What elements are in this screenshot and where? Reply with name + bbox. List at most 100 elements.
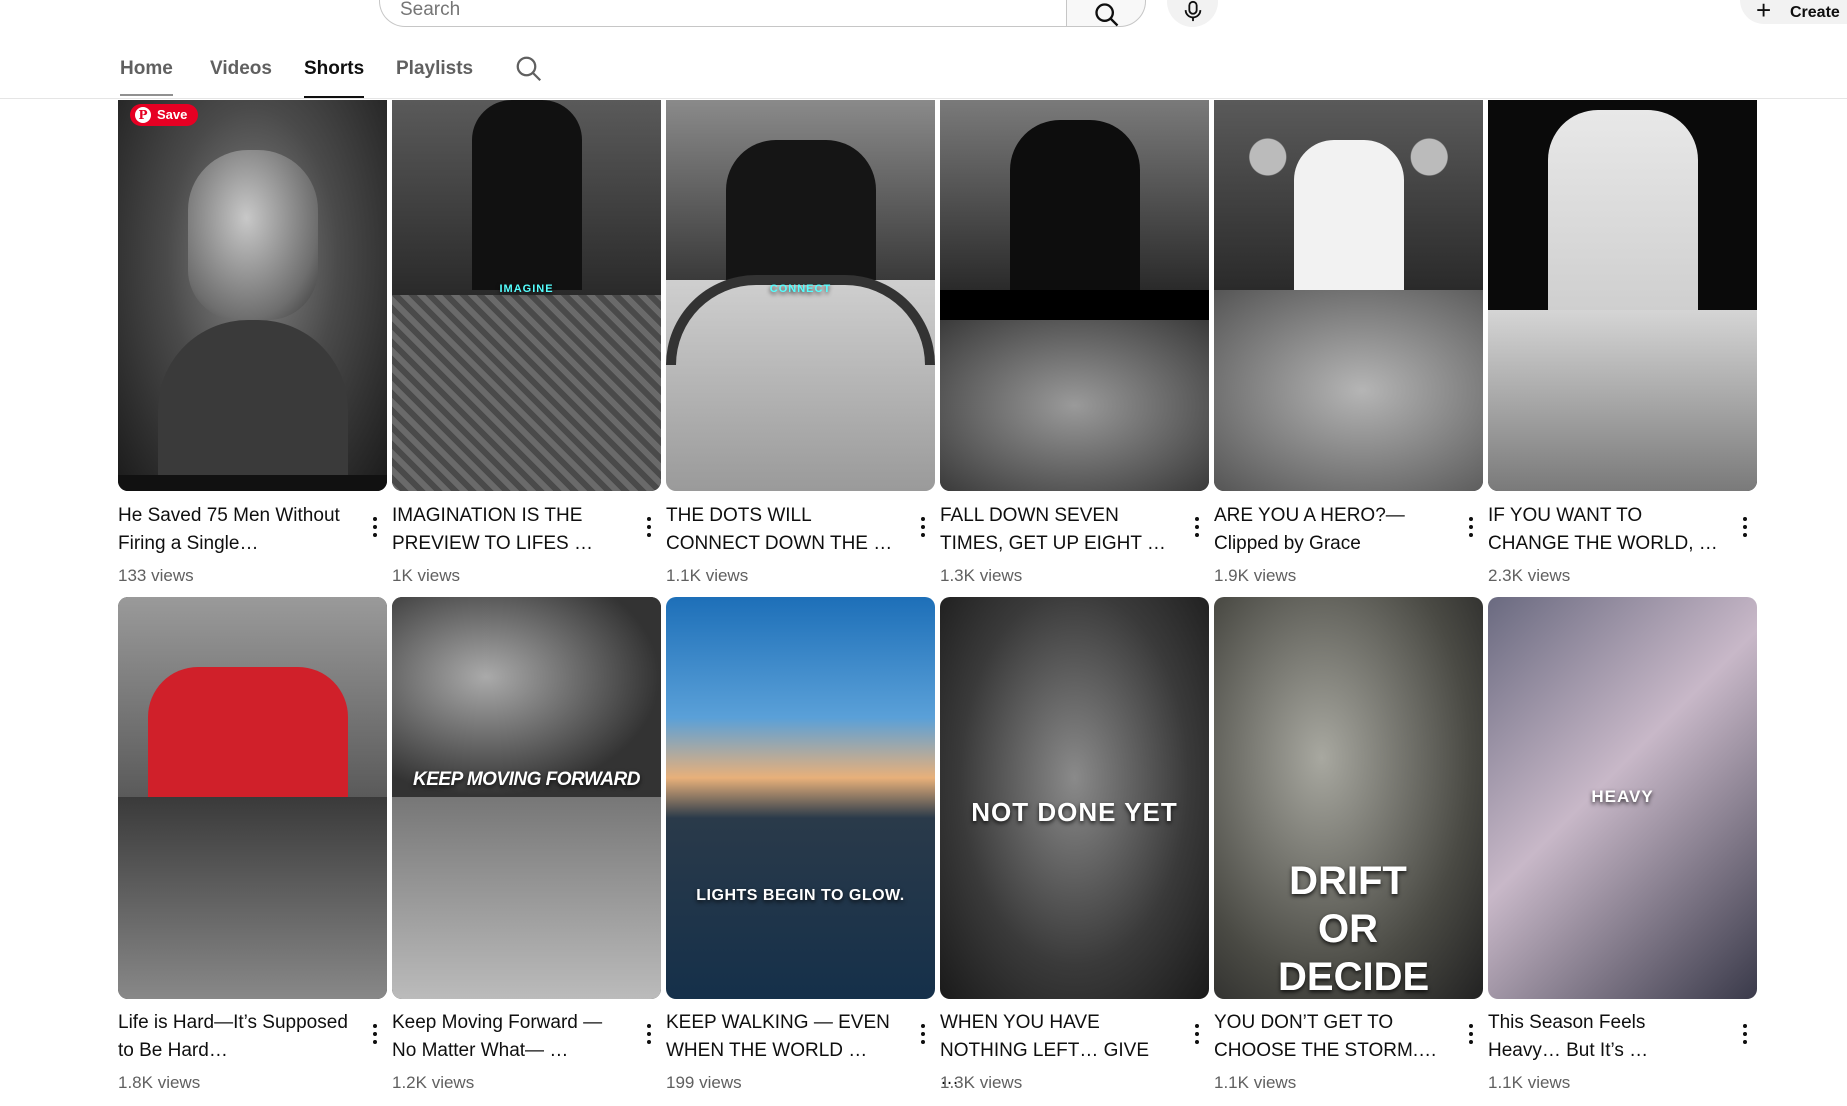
more-vert-icon[interactable] bbox=[1459, 512, 1483, 542]
thumb-top-scene bbox=[392, 597, 661, 797]
tab-playlists-label: Playlists bbox=[396, 58, 474, 79]
tab-home[interactable]: Home bbox=[120, 58, 173, 98]
microphone-icon bbox=[1184, 0, 1202, 22]
short-title[interactable]: He Saved 75 Men Without Firing a Single… bbox=[118, 502, 350, 558]
short-thumbnail[interactable]: HEAVY bbox=[1488, 597, 1757, 999]
more-dot bbox=[373, 1024, 377, 1028]
tab-home-underline bbox=[120, 94, 173, 96]
plus-icon: + bbox=[1756, 0, 1772, 25]
short-thumbnail[interactable] bbox=[940, 100, 1209, 491]
more-vert-icon[interactable] bbox=[1185, 512, 1209, 542]
more-dot bbox=[1743, 1032, 1747, 1036]
more-dot bbox=[1469, 525, 1473, 529]
more-dot bbox=[921, 525, 925, 529]
short-views: 1.8K views bbox=[118, 1073, 201, 1092]
more-dot bbox=[373, 517, 377, 521]
more-dot bbox=[647, 1024, 651, 1028]
more-dot bbox=[1469, 1024, 1473, 1028]
short-thumbnail[interactable]: CONNECT bbox=[666, 100, 935, 491]
more-dot bbox=[1195, 1024, 1199, 1028]
thumb-bottom-scene bbox=[392, 797, 661, 999]
create-button[interactable]: + Create bbox=[1740, 0, 1847, 24]
more-dot bbox=[1743, 533, 1747, 537]
tab-shorts[interactable]: Shorts bbox=[304, 58, 365, 99]
more-vert-icon[interactable] bbox=[1459, 1019, 1483, 1049]
more-dot bbox=[1743, 517, 1747, 521]
search-icon bbox=[516, 56, 542, 82]
more-vert-icon[interactable] bbox=[637, 1019, 661, 1049]
short-title[interactable]: Life is Hard—It’s Supposed to Be Hard… bbox=[118, 1009, 350, 1065]
thumb-overlay-text: NOT DONE YET bbox=[971, 797, 1178, 827]
tabs-divider bbox=[0, 98, 1847, 99]
more-vert-icon[interactable] bbox=[637, 512, 661, 542]
short-title[interactable]: KEEP WALKING — EVEN WHEN THE WORLD … bbox=[666, 1009, 898, 1065]
short-views: 1.3K views bbox=[940, 1073, 1023, 1092]
short-title[interactable]: YOU DON’T GET TO CHOOSE THE STORM.… bbox=[1214, 1009, 1446, 1065]
pinterest-save-button[interactable]: P Save bbox=[130, 104, 198, 126]
short-thumbnail[interactable]: KEEP MOVING FORWARD bbox=[392, 597, 661, 999]
gown-shape bbox=[726, 140, 876, 290]
short-views: 133 views bbox=[118, 566, 194, 585]
more-dot bbox=[647, 1040, 651, 1044]
thumb-bottom-scene bbox=[940, 320, 1209, 491]
search-input[interactable] bbox=[400, 0, 1000, 21]
thumb-overlay-text: DRIFT OR DECIDE bbox=[1278, 859, 1430, 999]
thumb-overlay-text: HEAVY bbox=[1591, 787, 1654, 806]
more-vert-icon[interactable] bbox=[1185, 1019, 1209, 1049]
more-dot bbox=[921, 1040, 925, 1044]
short-views: 1K views bbox=[392, 566, 461, 585]
more-dot bbox=[1743, 1024, 1747, 1028]
short-views: 199 views bbox=[666, 1073, 742, 1092]
short-thumbnail[interactable]: P Save bbox=[118, 100, 387, 491]
short-title[interactable]: Keep Moving Forward — No Matter What— … bbox=[392, 1009, 624, 1065]
short-title[interactable]: ARE YOU A HERO?— Clipped by Grace bbox=[1214, 502, 1446, 558]
voice-search-button[interactable] bbox=[1167, 0, 1218, 27]
short-title[interactable]: IF YOU WANT TO CHANGE THE WORLD, … bbox=[1488, 502, 1720, 558]
more-dot bbox=[921, 1032, 925, 1036]
more-dot bbox=[1743, 1040, 1747, 1044]
search-button[interactable] bbox=[1066, 0, 1146, 27]
more-vert-icon[interactable] bbox=[363, 512, 387, 542]
short-views: 1.9K views bbox=[1214, 566, 1297, 585]
red-jacket-shape bbox=[148, 667, 348, 797]
tab-videos[interactable]: Videos bbox=[210, 58, 272, 98]
thumb-overlay-text: LIGHTS BEGIN TO GLOW. bbox=[696, 887, 905, 904]
short-views: 1.3K views bbox=[940, 566, 1023, 585]
short-views: 1.1K views bbox=[1488, 1073, 1571, 1092]
shoulders-shape bbox=[158, 320, 348, 491]
short-thumbnail[interactable] bbox=[1488, 100, 1757, 491]
thumb-bottom-scene bbox=[1214, 290, 1483, 491]
more-dot bbox=[373, 533, 377, 537]
short-thumbnail[interactable]: NOT DONE YET bbox=[940, 597, 1209, 999]
short-thumbnail[interactable]: IMAGINE bbox=[392, 100, 661, 491]
more-dot bbox=[921, 533, 925, 537]
create-label: Create bbox=[1790, 4, 1840, 21]
more-vert-icon[interactable] bbox=[1733, 512, 1757, 542]
short-title[interactable]: THE DOTS WILL CONNECT DOWN THE … bbox=[666, 502, 898, 558]
channel-search-button[interactable] bbox=[514, 54, 544, 89]
more-dot bbox=[1195, 1032, 1199, 1036]
short-thumbnail[interactable] bbox=[1214, 100, 1483, 491]
short-title[interactable]: This Season Feels Heavy… But It’s … bbox=[1488, 1009, 1720, 1065]
search-box[interactable] bbox=[379, 0, 1066, 27]
tab-shorts-label: Shorts bbox=[304, 58, 365, 79]
thumb-overlay-text: CONNECT bbox=[769, 283, 832, 295]
more-dot bbox=[647, 525, 651, 529]
short-thumbnail[interactable]: LIGHTS BEGIN TO GLOW. bbox=[666, 597, 935, 999]
more-dot bbox=[921, 517, 925, 521]
more-dot bbox=[647, 517, 651, 521]
short-thumbnail[interactable]: DRIFT OR DECIDE bbox=[1214, 597, 1483, 999]
more-dot bbox=[1743, 525, 1747, 529]
more-vert-icon[interactable] bbox=[911, 1019, 935, 1049]
more-vert-icon[interactable] bbox=[1733, 1019, 1757, 1049]
pinterest-save-label: Save bbox=[157, 107, 188, 122]
short-title[interactable]: IMAGINATION IS THE PREVIEW TO LIFES … bbox=[392, 502, 624, 558]
more-dot bbox=[921, 1024, 925, 1028]
short-title[interactable]: FALL DOWN SEVEN TIMES, GET UP EIGHT … bbox=[940, 502, 1172, 558]
short-thumbnail[interactable] bbox=[118, 597, 387, 999]
more-vert-icon[interactable] bbox=[363, 1019, 387, 1049]
tab-playlists[interactable]: Playlists bbox=[396, 58, 473, 98]
more-vert-icon[interactable] bbox=[911, 512, 935, 542]
short-views: 1.1K views bbox=[1214, 1073, 1297, 1092]
more-dot bbox=[373, 1040, 377, 1044]
